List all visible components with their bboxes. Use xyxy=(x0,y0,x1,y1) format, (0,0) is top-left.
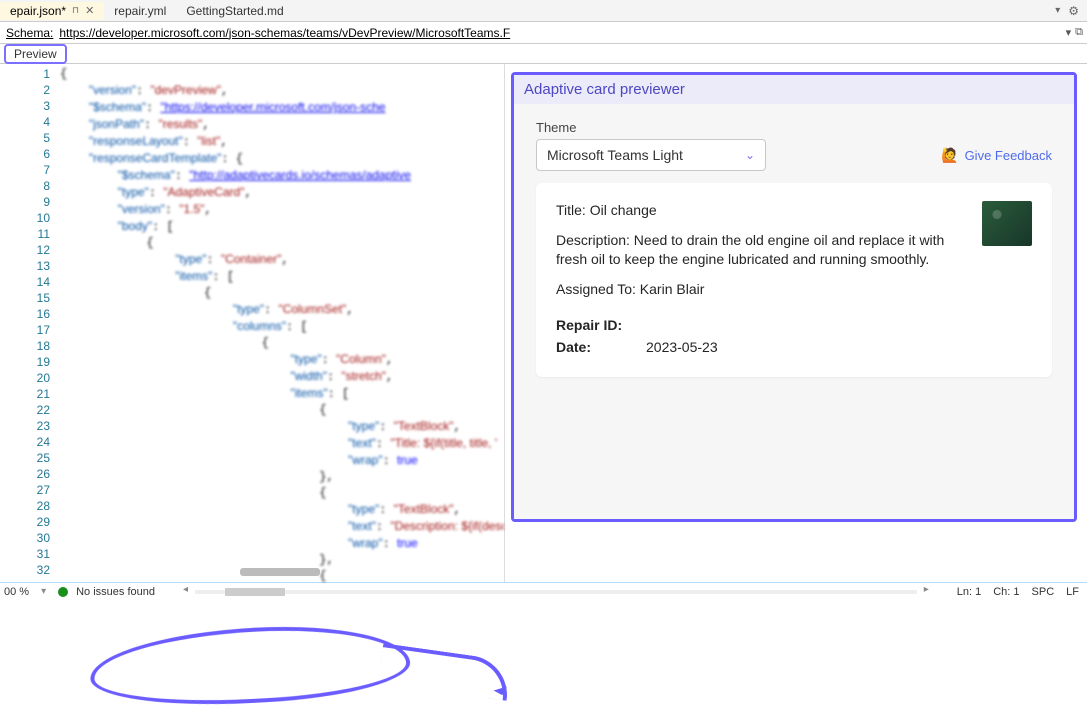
schema-label: Schema: xyxy=(0,26,59,40)
indent-indicator[interactable]: SPC xyxy=(1032,586,1055,598)
theme-select[interactable]: Microsoft Teams Light ⌄ xyxy=(536,139,766,171)
main-split: 1 2 3 4 5 6 7 8 9 10 11 12 13 14 15 16 1… xyxy=(0,64,1087,582)
preview-row: Preview xyxy=(0,44,1087,64)
adaptive-card-previewer: Adaptive card previewer Theme Microsoft … xyxy=(511,72,1077,522)
status-bar: 00 % ▾ No issues found ◂ ▸ Ln: 1 Ch: 1 S… xyxy=(0,582,1087,600)
split-icon[interactable]: ⧉ xyxy=(1075,26,1083,39)
tab-getting-started[interactable]: GettingStarted.md xyxy=(176,2,293,20)
code-editor[interactable]: 1 2 3 4 5 6 7 8 9 10 11 12 13 14 15 16 1… xyxy=(0,64,505,582)
chevron-down-icon[interactable]: ▾ xyxy=(1055,5,1060,16)
horizontal-scroll-thumb[interactable] xyxy=(240,568,320,576)
close-icon[interactable]: ✕ xyxy=(85,4,94,17)
code-content[interactable]: { "version": "devPreview", "$schema": "h… xyxy=(56,64,504,582)
schema-url[interactable]: https://developer.microsoft.com/json-sch… xyxy=(59,26,1061,40)
give-feedback-link[interactable]: 🙋 Give Feedback xyxy=(941,147,1052,164)
line-indicator[interactable]: Ln: 1 xyxy=(957,586,981,598)
tab-strip: epair.json* ⊓ ✕ repair.yml GettingStarte… xyxy=(0,0,1087,22)
fact-set: Repair ID: Date: 2023-05-23 xyxy=(556,317,1032,355)
horizontal-scrollbar[interactable]: ◂ ▸ xyxy=(195,586,917,598)
preview-link[interactable]: Preview xyxy=(4,44,67,64)
tab-repair-json[interactable]: epair.json* ⊓ ✕ xyxy=(0,2,104,20)
pin-icon[interactable]: ⊓ xyxy=(72,5,79,16)
tab-label: GettingStarted.md xyxy=(186,4,283,18)
eol-indicator[interactable]: LF xyxy=(1066,586,1079,598)
theme-value: Microsoft Teams Light xyxy=(547,147,683,163)
fact-repair-id-label: Repair ID: xyxy=(556,317,646,333)
chevron-down-icon[interactable]: ▾ xyxy=(37,586,50,597)
schema-bar: Schema: https://developer.microsoft.com/… xyxy=(0,22,1087,44)
previewer-title: Adaptive card previewer xyxy=(514,75,1074,104)
col-indicator[interactable]: Ch: 1 xyxy=(993,586,1019,598)
issues-status[interactable]: No issues found xyxy=(76,586,155,598)
chevron-down-icon: ⌄ xyxy=(745,148,755,162)
feedback-label: Give Feedback xyxy=(965,148,1052,163)
theme-section: Theme Microsoft Teams Light ⌄ 🙋 Give Fee… xyxy=(536,120,1052,171)
fact-date-label: Date: xyxy=(556,339,646,355)
zoom-level[interactable]: 00 % xyxy=(4,586,29,598)
card-image xyxy=(982,201,1032,246)
chevron-down-icon[interactable]: ▾ xyxy=(1066,26,1072,39)
card-assigned: Assigned To: Karin Blair xyxy=(556,280,966,300)
previewer-wrap: Adaptive card previewer Theme Microsoft … xyxy=(505,64,1087,582)
theme-label: Theme xyxy=(536,120,1052,135)
adaptive-card: Title: Oil change Description: Need to d… xyxy=(536,183,1052,377)
tab-label: epair.json* xyxy=(10,4,66,18)
line-gutter: 1 2 3 4 5 6 7 8 9 10 11 12 13 14 15 16 1… xyxy=(0,64,56,582)
gear-icon[interactable]: ⚙ xyxy=(1068,4,1079,18)
status-ok-icon xyxy=(58,587,68,597)
fact-date-value: 2023-05-23 xyxy=(646,339,1032,355)
card-description: Description: Need to drain the old engin… xyxy=(556,231,966,270)
scroll-left-icon[interactable]: ◂ xyxy=(179,584,192,595)
scroll-right-icon[interactable]: ▸ xyxy=(920,584,933,595)
card-title: Title: Oil change xyxy=(556,201,966,221)
person-feedback-icon: 🙋 xyxy=(941,147,958,164)
previewer-body: Theme Microsoft Teams Light ⌄ 🙋 Give Fee… xyxy=(514,104,1074,519)
tab-repair-yml[interactable]: repair.yml xyxy=(104,2,176,20)
tab-label: repair.yml xyxy=(114,4,166,18)
fact-repair-id-value xyxy=(646,317,1032,333)
